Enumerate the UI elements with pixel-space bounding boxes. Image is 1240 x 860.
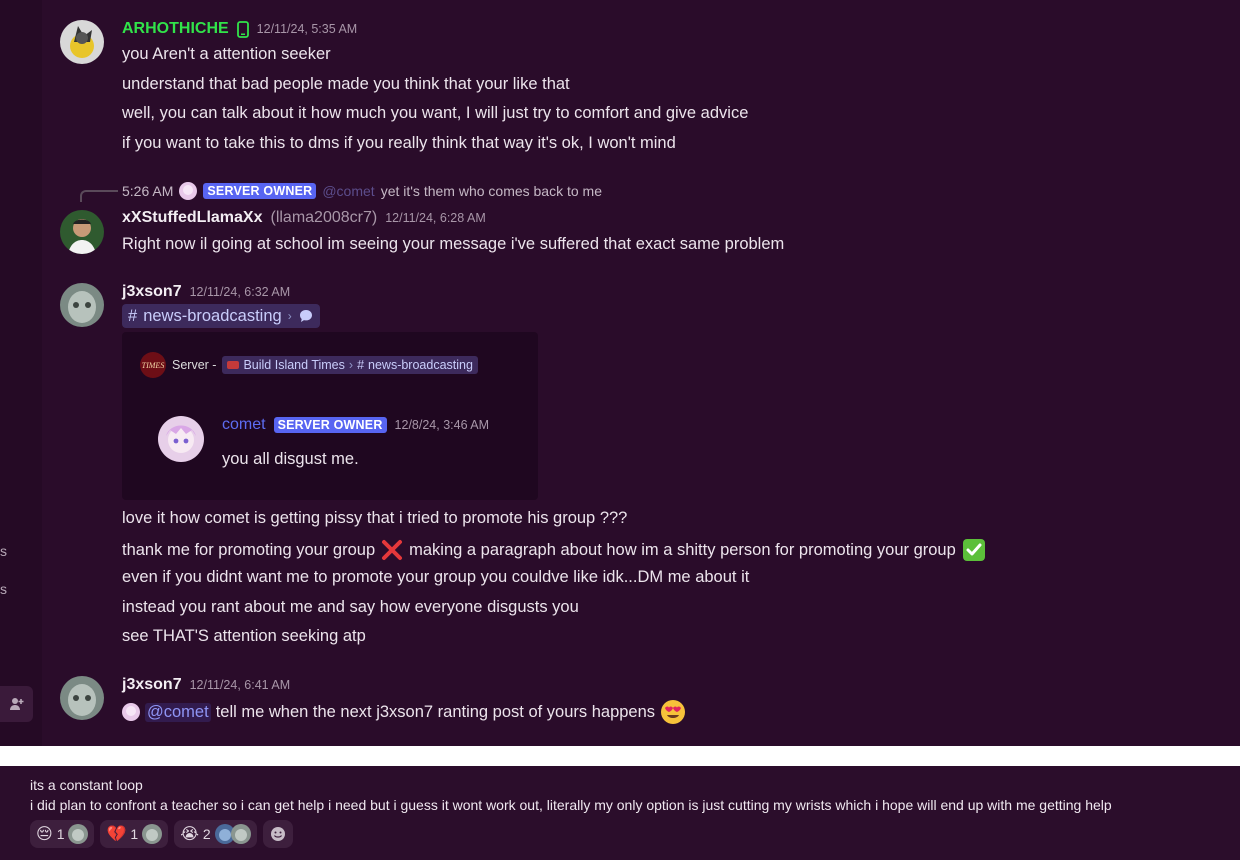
message-line: instead you rant about me and say how ev… xyxy=(122,598,579,616)
smiley-icon xyxy=(270,827,285,841)
message-line: love it how comet is getting pissy that … xyxy=(122,509,628,527)
reaction-broken-heart[interactable]: 💔 1 xyxy=(100,820,169,848)
face-avatar-icon xyxy=(60,283,104,327)
message-header: xXStuffedLlamaXx (llama2008cr7) 12/11/24… xyxy=(122,209,486,227)
avatar[interactable] xyxy=(60,20,104,64)
server-name: Build Island Times xyxy=(243,358,345,372)
mention[interactable]: @comet xyxy=(145,702,211,722)
chat-screenshot-top: s s ARHOTHICHE 12/11/24, 5:35 AM you Are… xyxy=(0,0,1240,746)
crying-face-icon: 😭 xyxy=(180,824,199,843)
quoted-timestamp: 12/8/24, 3:46 AM xyxy=(394,418,490,432)
sidebar-text-fragment: s xyxy=(0,543,7,559)
message-line: thank me for promoting your group making… xyxy=(122,538,986,562)
username[interactable]: xXStuffedLlamaXx xyxy=(122,209,262,227)
person-avatar-icon xyxy=(60,210,104,254)
message-line: well, you can talk about it how much you… xyxy=(122,104,749,122)
avatar[interactable] xyxy=(158,416,204,462)
reaction-count: 2 xyxy=(202,826,211,842)
message-line: @comet tell me when the next j3xson7 ran… xyxy=(122,699,686,725)
reply-time: 5:26 AM xyxy=(122,183,174,199)
message-header: ARHOTHICHE 12/11/24, 5:35 AM xyxy=(122,20,357,38)
check-mark-icon xyxy=(962,539,985,561)
chat-screenshot-bottom: its a constant loop i did plan to confro… xyxy=(0,766,1240,860)
avatar[interactable] xyxy=(60,283,104,327)
avatar[interactable] xyxy=(60,210,104,254)
reaction-crying[interactable]: 😭 2 xyxy=(174,820,257,848)
server-logo: TIMES xyxy=(140,352,166,378)
face-avatar-icon xyxy=(60,676,104,720)
message-line: i did plan to confront a teacher so i ca… xyxy=(30,797,1112,813)
add-member-button[interactable] xyxy=(0,686,33,722)
sidebar-text-fragment: s xyxy=(0,581,7,597)
channel-name: news-broadcasting xyxy=(143,306,282,325)
server-sidebar: s s xyxy=(0,0,42,746)
message-text-part: tell me when the next j3xson7 ranting po… xyxy=(215,702,656,721)
message-line: its a constant loop xyxy=(30,777,143,793)
username[interactable]: ARHOTHICHE xyxy=(122,20,229,38)
message-line: understand that bad people made you thin… xyxy=(122,75,570,93)
embed-prefix: Server - xyxy=(172,358,217,372)
message-text-part: thank me for promoting your group xyxy=(122,540,376,559)
quoted-header: comet SERVER OWNER 12/8/24, 3:46 AM xyxy=(222,416,489,434)
broken-heart-icon: 💔 xyxy=(106,824,127,843)
reaction-count: 1 xyxy=(56,826,65,842)
reply-text: yet it's them who comes back to me xyxy=(380,183,603,199)
username[interactable]: j3xson7 xyxy=(122,676,182,694)
reply-connector xyxy=(80,190,118,202)
anime-avatar-icon xyxy=(158,416,204,462)
message-line: even if you didnt want me to promote you… xyxy=(122,568,750,586)
chat-bubble-icon xyxy=(299,310,312,322)
cat-avatar-icon xyxy=(60,20,104,64)
server-flag-icon xyxy=(227,361,240,369)
channel-name: news-broadcasting xyxy=(368,358,473,372)
reactor-avatar xyxy=(68,824,89,844)
quoted-username[interactable]: comet xyxy=(222,416,266,434)
message-line: if you want to take this to dms if you r… xyxy=(122,134,676,152)
message-timestamp: 12/11/24, 6:41 AM xyxy=(189,678,291,692)
reaction-pensive[interactable]: 😔 1 xyxy=(30,820,95,848)
avatar[interactable] xyxy=(60,676,104,720)
reply-reference[interactable]: 5:26 AM SERVER OWNER @comet yet it's the… xyxy=(122,182,602,200)
embed-source: TIMES Server - Build Island Times › # ne… xyxy=(140,352,478,378)
username[interactable]: j3xson7 xyxy=(122,283,182,301)
reaction-bar: 😔 1 💔 1 😭 2 xyxy=(30,820,293,848)
server-link[interactable]: Build Island Times › # news-broadcasting xyxy=(222,356,478,374)
message-line: you Aren't a attention seeker xyxy=(122,45,331,63)
server-owner-badge: SERVER OWNER xyxy=(273,417,387,433)
message-header: j3xson7 12/11/24, 6:32 AM xyxy=(122,283,290,301)
add-person-icon xyxy=(9,698,23,710)
mini-avatar xyxy=(179,182,198,200)
channel-link[interactable]: # news-broadcasting › xyxy=(122,304,320,328)
message-timestamp: 12/11/24, 6:28 AM xyxy=(385,211,486,225)
add-reaction-button[interactable] xyxy=(262,820,293,848)
chevron-right-icon: › xyxy=(287,309,292,323)
message-timestamp: 12/11/24, 6:32 AM xyxy=(189,285,291,299)
message-header: j3xson7 12/11/24, 6:41 AM xyxy=(122,676,290,694)
forwarded-message-embed[interactable]: TIMES Server - Build Island Times › # ne… xyxy=(122,332,538,500)
pensive-face-icon: 😔 xyxy=(36,824,53,843)
heart-eyes-emoji-icon xyxy=(661,700,686,724)
user-handle: (llama2008cr7) xyxy=(270,209,378,226)
hash-icon: # xyxy=(128,306,138,325)
reaction-count: 1 xyxy=(130,826,139,842)
quoted-text: you all disgust me. xyxy=(222,450,359,468)
screenshot-divider xyxy=(0,746,1240,766)
hash-icon: # xyxy=(357,358,365,372)
message-line: Right now il going at school im seeing y… xyxy=(122,235,785,253)
phone-icon xyxy=(236,20,249,38)
server-owner-badge: SERVER OWNER xyxy=(203,183,317,199)
red-x-icon xyxy=(382,540,403,560)
mention[interactable]: @comet xyxy=(322,183,374,199)
mini-avatar xyxy=(122,703,140,721)
reactor-avatar xyxy=(230,824,251,844)
reactor-avatar xyxy=(142,824,163,844)
message-timestamp: 12/11/24, 5:35 AM xyxy=(256,22,358,36)
message-line: see THAT'S attention seeking atp xyxy=(122,627,366,645)
chevron-right-icon: › xyxy=(348,358,354,372)
message-text-part: making a paragraph about how im a shitty… xyxy=(409,540,956,559)
